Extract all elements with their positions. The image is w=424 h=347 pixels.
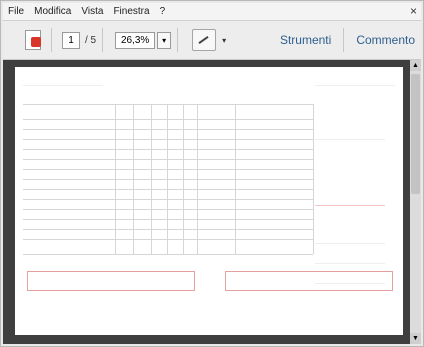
fit-dropdown-icon[interactable]: ▾ [222,36,226,45]
side-note-line [315,283,385,284]
side-note-line [315,263,385,264]
table-row-line [23,149,313,150]
toolbar: / 5 26,3% ▾ ▾ Strumenti Commento [3,21,421,60]
menu-file[interactable]: File [3,6,29,17]
zoom-dropdown-icon[interactable]: ▾ [157,31,172,49]
page-number-input[interactable] [62,31,80,49]
close-icon[interactable]: × [410,4,417,18]
pdf-badge-icon [31,37,41,47]
scroll-down-icon[interactable]: ▼ [410,333,421,344]
toolbar-divider [177,28,179,52]
table-right-border [313,104,314,254]
tools-link[interactable]: Strumenti [274,33,337,47]
table-row-line [23,219,313,220]
table-row-line [23,239,313,240]
menu-vista[interactable]: Vista [76,6,108,17]
table-header-border [23,119,313,120]
table-row-line [23,229,313,230]
table-top-border [23,104,313,105]
form-header-line [23,85,103,86]
menu-modifica[interactable]: Modifica [29,6,76,17]
app-window: File Modifica Vista Finestra ? × / 5 26,… [0,0,424,347]
table-row-line [23,189,313,190]
side-note-line [315,205,385,206]
create-pdf-icon[interactable] [23,28,45,52]
table-row-line [23,139,313,140]
toolbar-divider [343,28,345,52]
table-row-line [23,169,313,170]
form-header-line [315,85,395,86]
comment-link[interactable]: Commento [350,33,421,47]
form-field-box [225,271,393,291]
document-viewport[interactable] [3,60,410,344]
side-note-line [315,139,385,140]
table-row-line [23,129,313,130]
toolbar-links: Strumenti Commento [274,28,421,52]
fit-page-icon[interactable] [192,29,217,51]
page-total: / 5 [85,34,97,46]
table-bottom-border [23,254,313,255]
table-row-line [23,209,313,210]
menu-help[interactable]: ? [155,6,171,17]
vertical-scrollbar[interactable]: ▲ ▼ [410,60,421,344]
menu-bar: File Modifica Vista Finestra ? × [3,3,421,21]
form-field-box [27,271,195,291]
menu-finestra[interactable]: Finestra [108,6,154,17]
scrollbar-thumb[interactable] [411,74,420,194]
side-note-line [315,243,385,244]
toolbar-divider [102,28,104,52]
table-row-line [23,179,313,180]
toolbar-divider [51,28,52,52]
document-page [15,67,403,335]
table-row-line [23,199,313,200]
scroll-up-icon[interactable]: ▲ [410,60,421,71]
zoom-field[interactable]: 26,3% [115,31,156,49]
table-row-line [23,159,313,160]
